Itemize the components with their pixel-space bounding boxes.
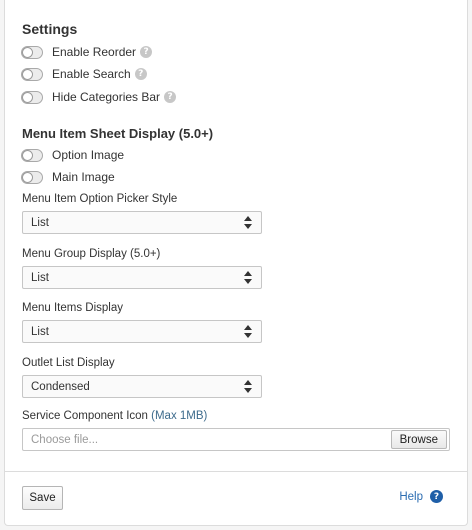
option-picker-style-label: Menu Item Option Picker Style (22, 193, 178, 205)
max-size-hint: (Max 1MB) (151, 410, 208, 422)
toggle-row-enable-search: Enable Search ? (21, 66, 147, 82)
service-component-icon-label: Service Component Icon (Max 1MB) (22, 410, 207, 422)
help-link[interactable]: Help ? (399, 490, 443, 503)
question-circle-icon[interactable]: ? (164, 91, 177, 103)
menu-group-display-label: Menu Group Display (5.0+) (22, 248, 161, 260)
hide-categories-bar-toggle[interactable] (21, 90, 43, 104)
select-arrows-icon (244, 380, 252, 393)
question-circle-icon[interactable]: ? (134, 68, 147, 80)
enable-search-toggle[interactable] (21, 67, 43, 81)
select-arrows-icon (244, 325, 252, 338)
file-input-placeholder: Choose file... (31, 433, 99, 446)
hide-categories-bar-label: Hide Categories Bar (52, 90, 161, 104)
outlet-list-display-select[interactable]: Condensed (22, 375, 262, 398)
footer-divider (5, 471, 467, 472)
question-circle-icon: ? (430, 490, 443, 503)
enable-reorder-label: Enable Reorder (52, 45, 137, 59)
main-image-label: Main Image (52, 170, 115, 184)
enable-search-label: Enable Search (52, 67, 131, 81)
service-component-icon-file-input[interactable]: Choose file... Browse (22, 428, 450, 451)
main-image-toggle[interactable] (21, 170, 43, 184)
help-link-label: Help (399, 490, 423, 503)
toggle-row-enable-reorder: Enable Reorder ? (21, 44, 153, 60)
menu-group-display-select[interactable]: List (22, 266, 262, 289)
question-circle-icon[interactable]: ? (140, 46, 153, 58)
outlet-list-display-value: Condensed (31, 380, 90, 393)
menu-items-display-label: Menu Items Display (22, 302, 123, 314)
select-arrows-icon (244, 216, 252, 229)
outlet-list-display-label: Outlet List Display (22, 357, 115, 369)
settings-panel: Settings Enable Reorder ? Enable Search … (4, 0, 468, 526)
option-image-toggle[interactable] (21, 148, 43, 162)
service-component-icon-label-text: Service Component Icon (22, 410, 148, 422)
option-picker-style-select[interactable]: List (22, 211, 262, 234)
menu-items-display-value: List (31, 325, 49, 338)
toggle-row-hide-categories: Hide Categories Bar ? (21, 89, 177, 105)
settings-title: Settings (22, 21, 78, 37)
browse-button[interactable]: Browse (390, 430, 447, 449)
menu-items-display-select[interactable]: List (22, 320, 262, 343)
toggle-row-option-image: Option Image (21, 147, 124, 163)
option-picker-style-value: List (31, 216, 49, 229)
menu-item-sheet-title: Menu Item Sheet Display (5.0+) (22, 126, 214, 141)
save-button[interactable]: Save (22, 486, 63, 510)
enable-reorder-toggle[interactable] (21, 45, 43, 59)
menu-group-display-value: List (31, 271, 49, 284)
option-image-label: Option Image (52, 148, 125, 162)
toggle-row-main-image: Main Image (21, 169, 115, 185)
select-arrows-icon (244, 271, 252, 284)
